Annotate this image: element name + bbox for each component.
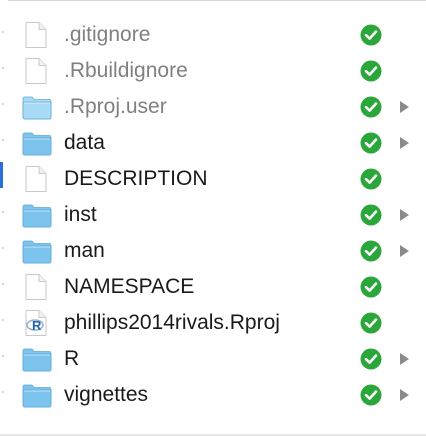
file-row[interactable]: inst [18,197,418,233]
file-list: .gitignore .Rbuildignore .Rproj.user data DE… [18,17,418,413]
folder-icon [22,202,52,228]
file-row[interactable]: vignettes [18,377,418,413]
folder-icon [22,382,52,408]
disclosure-triangle-icon[interactable] [398,388,410,402]
file-row[interactable]: data [18,125,418,161]
disclosure-triangle-icon[interactable] [398,208,410,222]
file-name: data [64,131,105,154]
gutter-dot [2,391,4,393]
file-name: inst [64,203,97,226]
selection-indicator [0,162,3,188]
file-row[interactable]: R [18,341,418,377]
top-divider [0,0,426,1]
file-row[interactable]: .gitignore [18,17,418,53]
check-circle-icon [360,312,382,334]
check-circle-icon [360,384,382,406]
folder-icon [22,94,52,120]
file-name: R [64,347,80,370]
check-circle-icon [360,132,382,154]
disclosure-triangle-icon[interactable] [398,352,410,366]
folder-icon [22,238,52,264]
file-name: .Rbuildignore [64,59,188,82]
gutter-dot [2,283,4,285]
gutter-dot [2,67,4,69]
check-circle-icon [360,168,382,190]
gutter-dot [2,103,4,105]
document-icon [22,58,52,84]
file-name: .gitignore [64,23,151,46]
file-row[interactable]: Rphillips2014rivals.Rproj [18,305,418,341]
gutter-dot [2,211,4,213]
file-row[interactable]: .Rproj.user [18,89,418,125]
disclosure-triangle-icon[interactable] [398,244,410,258]
check-circle-icon [360,240,382,262]
left-gutter [0,0,8,436]
folder-icon [22,346,52,372]
rproj-letter: R [32,318,42,333]
file-row[interactable]: .Rbuildignore [18,53,418,89]
check-circle-icon [360,96,382,118]
check-circle-icon [360,276,382,298]
check-circle-icon [360,348,382,370]
file-name: vignettes [64,383,149,406]
check-circle-icon [360,24,382,46]
document-icon [22,22,52,48]
gutter-dot [2,355,4,357]
rproj-file-icon: R [22,310,52,336]
disclosure-triangle-icon[interactable] [398,136,410,150]
file-row[interactable]: DESCRIPTION [18,161,418,197]
check-circle-icon [360,204,382,226]
file-name: man [64,239,105,262]
file-name: phillips2014rivals.Rproj [64,311,280,334]
document-icon [22,274,52,300]
file-row[interactable]: NAMESPACE [18,269,418,305]
file-name: .Rproj.user [64,95,167,118]
gutter-dot [2,139,4,141]
file-row[interactable]: man [18,233,418,269]
check-circle-icon [360,60,382,82]
gutter-dot [2,247,4,249]
file-name: DESCRIPTION [64,167,208,190]
gutter-dot [2,31,4,33]
file-name: NAMESPACE [64,275,195,298]
disclosure-triangle-icon[interactable] [398,100,410,114]
document-icon [22,166,52,192]
gutter-dot [2,319,4,321]
finder-file-list-window: .gitignore .Rbuildignore .Rproj.user data DE… [0,0,426,436]
folder-icon [22,130,52,156]
